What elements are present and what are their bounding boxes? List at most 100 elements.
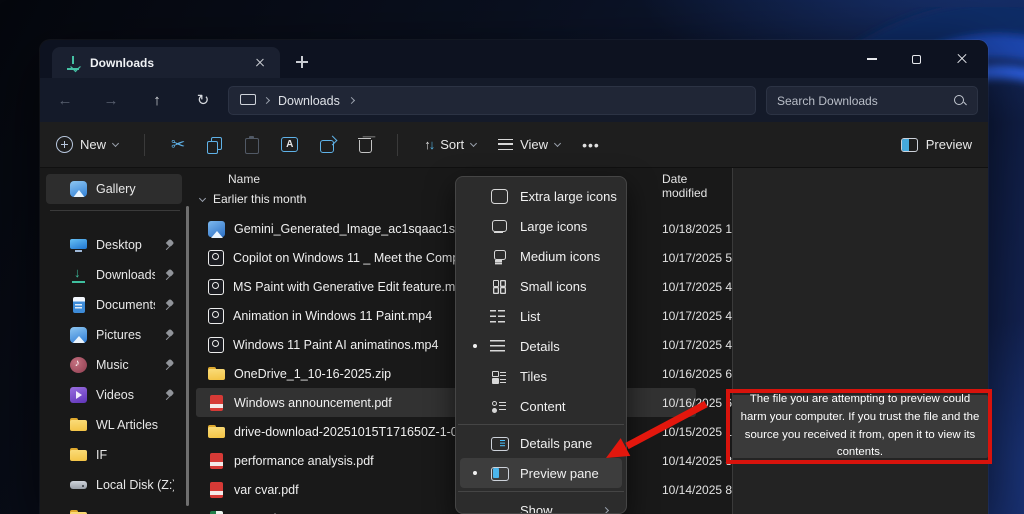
sidebar-item-music[interactable]: Music: [46, 350, 182, 380]
column-header-date-modified[interactable]: Date modified: [662, 172, 732, 200]
breadcrumb[interactable]: Downloads: [228, 86, 756, 115]
sidebar-scrollbar[interactable]: [186, 206, 189, 506]
file-date: 10/14/2025 8:38: [662, 483, 732, 497]
pdf-file-icon: [208, 482, 225, 498]
this-pc-icon[interactable]: [239, 94, 255, 107]
pin-icon: [164, 240, 174, 250]
folder-icon: [70, 447, 87, 463]
search-icon[interactable]: [953, 94, 967, 108]
close-button[interactable]: [939, 40, 984, 78]
tab-title: Downloads: [90, 56, 250, 70]
sidebar-item-videos[interactable]: Videos: [46, 380, 182, 410]
back-icon[interactable]: ←: [54, 89, 76, 111]
menu-item-details-pane[interactable]: Details pane: [460, 428, 622, 458]
collapse-group-icon[interactable]: [199, 194, 206, 201]
view-button[interactable]: View: [498, 137, 560, 152]
maximize-button[interactable]: [894, 40, 939, 78]
sidebar-item-desktop[interactable]: Desktop: [46, 230, 182, 260]
title-bar[interactable]: Downloads: [40, 40, 988, 78]
menu-item-list[interactable]: List: [460, 301, 622, 331]
show-icon-spacer: [490, 502, 508, 514]
copy-icon[interactable]: [207, 137, 223, 153]
pictures-icon: [70, 327, 87, 343]
navigation-pane: Gallery Desktop Downloads Documents: [40, 168, 192, 514]
chevron-down-icon: [554, 140, 561, 147]
new-button[interactable]: New: [56, 136, 118, 153]
menu-item-show[interactable]: Show: [460, 495, 622, 514]
paste-icon[interactable]: [245, 137, 259, 153]
window-controls: [849, 40, 984, 78]
excel-file-icon: [208, 511, 225, 514]
tab-close-icon[interactable]: [250, 53, 270, 73]
group-label: Earlier this month: [213, 192, 306, 206]
menu-item-small-icons[interactable]: Small icons: [460, 271, 622, 301]
delete-icon[interactable]: [358, 137, 371, 152]
sidebar-item-downloads[interactable]: Downloads: [46, 260, 182, 290]
menu-item-medium-icons[interactable]: Medium icons: [460, 241, 622, 271]
menu-item-label: Medium icons: [520, 249, 600, 264]
file-date: 10/17/2025 5:20: [662, 251, 732, 265]
drive-icon: [70, 477, 87, 493]
submenu-chevron-icon: [602, 506, 609, 513]
menu-item-content[interactable]: Content: [460, 391, 622, 421]
warning-text: The file you are attempting to preview c…: [740, 391, 980, 462]
folder-icon: [208, 424, 225, 440]
sidebar-item-pictures[interactable]: Pictures: [46, 320, 182, 350]
forward-icon[interactable]: →: [100, 89, 122, 111]
breadcrumb-location[interactable]: Downloads: [278, 94, 340, 108]
command-bar: New ✂ A ↑↓ Sort View: [40, 122, 988, 168]
menu-item-label: List: [520, 309, 540, 324]
radio-indicator-selected: [460, 344, 490, 349]
sidebar-item-documents[interactable]: Documents: [46, 290, 182, 320]
column-header-name[interactable]: Name: [228, 172, 260, 186]
tab-downloads[interactable]: Downloads: [52, 47, 280, 78]
menu-item-details[interactable]: Details: [460, 331, 622, 361]
preview-toggle-button[interactable]: Preview: [901, 137, 972, 152]
menu-separator: [458, 424, 624, 425]
toolbar-separator: [397, 134, 398, 156]
search-box[interactable]: [766, 86, 978, 115]
video-file-icon: [208, 308, 224, 324]
sort-button[interactable]: ↑↓ Sort: [424, 137, 476, 152]
desktop-icon: [70, 237, 87, 253]
menu-item-tiles[interactable]: Tiles: [460, 361, 622, 391]
refresh-icon[interactable]: ↻: [192, 89, 214, 111]
folder-icon: [70, 509, 87, 514]
downloads-tab-icon: [66, 56, 80, 70]
sidebar-item-wl-articles[interactable]: WL Articles: [46, 410, 182, 440]
tiles-view-icon: [490, 368, 508, 384]
sidebar-item-label: Music: [96, 358, 155, 372]
content-view-icon: [490, 398, 508, 414]
cut-icon[interactable]: ✂: [171, 135, 185, 155]
menu-item-extra-large-icons[interactable]: Extra large icons: [460, 181, 622, 211]
share-icon[interactable]: [320, 137, 336, 152]
sidebar-item-if[interactable]: IF: [46, 440, 182, 470]
menu-item-label: Extra large icons: [520, 189, 617, 204]
search-input[interactable]: [777, 94, 953, 108]
gallery-icon: [70, 181, 87, 197]
pin-icon: [164, 270, 174, 280]
menu-item-label: Content: [520, 399, 566, 414]
menu-item-label: Preview pane: [520, 466, 599, 481]
preview-pane-icon: [901, 138, 918, 152]
minimize-button[interactable]: [849, 40, 894, 78]
menu-item-large-icons[interactable]: Large icons: [460, 211, 622, 241]
file-date: 10/14/2025 8:39: [662, 454, 732, 468]
chevron-down-icon: [112, 140, 119, 147]
up-icon[interactable]: ↑: [146, 89, 168, 111]
group-header[interactable]: Earlier this month: [200, 192, 306, 206]
rename-icon[interactable]: A: [281, 137, 298, 152]
sidebar-item-gallery[interactable]: Gallery: [46, 174, 182, 204]
sidebar-item-local-disk-z[interactable]: Local Disk (Z:): [46, 470, 182, 500]
sidebar-item-label: Desktop: [96, 238, 155, 252]
sidebar-item-partial[interactable]: [46, 502, 182, 514]
more-options-icon[interactable]: •••: [582, 137, 600, 153]
pin-icon: [164, 300, 174, 310]
new-tab-button[interactable]: [292, 52, 312, 72]
menu-item-preview-pane[interactable]: Preview pane: [460, 458, 622, 488]
sidebar-item-label: Gallery: [96, 182, 174, 196]
view-context-menu: Extra large icons Large icons Medium ico…: [455, 176, 627, 514]
zip-folder-icon: [208, 366, 225, 382]
details-pane-icon: [490, 435, 508, 451]
videos-icon: [70, 387, 87, 403]
